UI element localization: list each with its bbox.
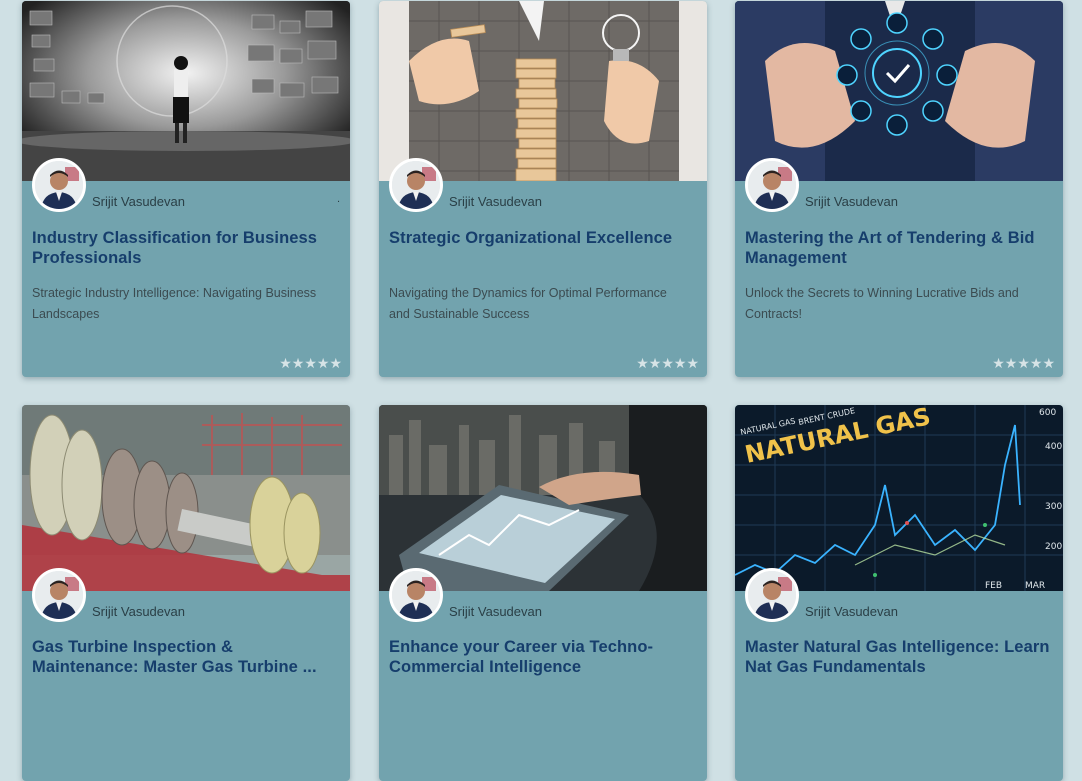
author-photo-icon bbox=[392, 161, 440, 209]
course-card[interactable]: Srijit Vasudevan Strategic Organizationa… bbox=[379, 1, 707, 377]
rating-stars: ★★★★★ bbox=[992, 355, 1055, 371]
course-thumbnail[interactable] bbox=[22, 1, 350, 181]
author-photo-icon bbox=[35, 571, 83, 619]
rating-stars: ★★★★★ bbox=[279, 355, 342, 371]
course-card[interactable]: NATURAL GAS NATURAL GAS BRENT CRUDE 600 … bbox=[735, 405, 1063, 781]
author-avatar[interactable] bbox=[389, 158, 443, 212]
author-name[interactable]: Srijit Vasudevan bbox=[92, 604, 185, 619]
tablet-city-image bbox=[379, 405, 707, 591]
course-card[interactable]: Srijit Vasudevan . Industry Classificati… bbox=[22, 1, 350, 377]
course-card[interactable]: Srijit Vasudevan Enhance your Career via… bbox=[379, 405, 707, 781]
author-name[interactable]: Srijit Vasudevan bbox=[805, 194, 898, 209]
author-avatar[interactable] bbox=[745, 158, 799, 212]
axis-label-600: 600 bbox=[1039, 408, 1056, 418]
author-name[interactable]: Srijit Vasudevan bbox=[449, 194, 542, 209]
course-grid: Srijit Vasudevan . Industry Classificati… bbox=[0, 0, 1082, 781]
course-title[interactable]: Gas Turbine Inspection & Maintenance: Ma… bbox=[32, 637, 340, 677]
axis-month-mar: MAR bbox=[1025, 581, 1045, 591]
course-title[interactable]: Strategic Organizational Excellence bbox=[389, 228, 697, 248]
course-description: Strategic Industry Intelligence: Navigat… bbox=[32, 286, 317, 321]
axis-label-200: 200 bbox=[1045, 542, 1062, 552]
natural-gas-chart-image: NATURAL GAS NATURAL GAS BRENT CRUDE 600 … bbox=[735, 405, 1063, 591]
network-icons-hands-image bbox=[735, 1, 1063, 181]
author-name[interactable]: Srijit Vasudevan bbox=[449, 604, 542, 619]
course-thumbnail[interactable]: NATURAL GAS NATURAL GAS BRENT CRUDE 600 … bbox=[735, 405, 1063, 591]
course-card[interactable]: Srijit Vasudevan Mastering the Art of Te… bbox=[735, 1, 1063, 377]
author-avatar[interactable] bbox=[32, 158, 86, 212]
futuristic-data-screens-image bbox=[22, 1, 350, 181]
course-title[interactable]: Mastering the Art of Tendering & Bid Man… bbox=[745, 228, 1053, 268]
author-photo-icon bbox=[748, 161, 796, 209]
author-photo-icon bbox=[748, 571, 796, 619]
axis-label-400: 400 bbox=[1045, 442, 1062, 452]
course-card[interactable]: Srijit Vasudevan Gas Turbine Inspection … bbox=[22, 405, 350, 781]
gas-turbine-rotor-image bbox=[22, 405, 350, 591]
course-thumbnail[interactable] bbox=[22, 405, 350, 591]
axis-label-300: 300 bbox=[1045, 502, 1062, 512]
author-photo-icon bbox=[392, 571, 440, 619]
author-name[interactable]: Srijit Vasudevan bbox=[92, 194, 185, 209]
author-name[interactable]: Srijit Vasudevan bbox=[805, 604, 898, 619]
course-title[interactable]: Master Natural Gas Intelligence: Learn N… bbox=[745, 637, 1053, 677]
jenga-tower-lightbulb-image bbox=[379, 1, 707, 181]
author-photo-icon bbox=[35, 161, 83, 209]
course-title[interactable]: Enhance your Career via Techno-Commercia… bbox=[389, 637, 697, 677]
course-description: Unlock the Secrets to Winning Lucrative … bbox=[745, 286, 1019, 321]
rating-stars: ★★★★★ bbox=[636, 355, 699, 371]
course-thumbnail[interactable] bbox=[379, 405, 707, 591]
course-title[interactable]: Industry Classification for Business Pro… bbox=[32, 228, 340, 268]
course-thumbnail[interactable] bbox=[379, 1, 707, 181]
author-avatar[interactable] bbox=[745, 568, 799, 622]
author-avatar[interactable] bbox=[32, 568, 86, 622]
course-thumbnail[interactable] bbox=[735, 1, 1063, 181]
card-menu-dot: . bbox=[336, 193, 340, 205]
course-description: Navigating the Dynamics for Optimal Perf… bbox=[389, 286, 667, 321]
author-avatar[interactable] bbox=[389, 568, 443, 622]
axis-month-feb: FEB bbox=[985, 581, 1002, 591]
